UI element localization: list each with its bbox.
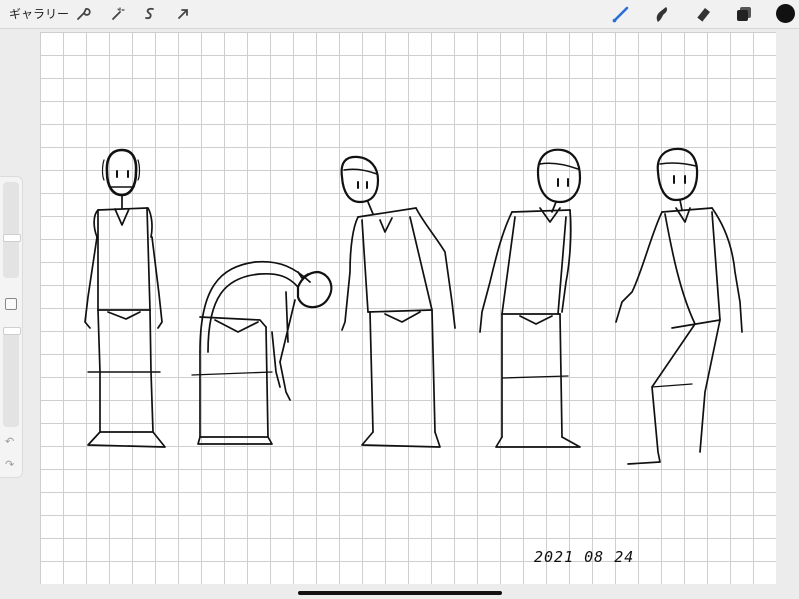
figure-leaning-forward	[340, 155, 456, 448]
layers-icon[interactable]	[733, 3, 755, 25]
date-annotation: 2021 08 24	[534, 548, 635, 566]
selection-icon[interactable]	[140, 4, 160, 24]
redo-icon[interactable]: ↷	[5, 458, 14, 471]
undo-icon[interactable]: ↶	[5, 435, 14, 448]
drawing-canvas[interactable]: 2021 08 24	[40, 32, 776, 584]
transform-arrow-icon[interactable]	[173, 4, 193, 24]
figure-standing-front	[84, 148, 166, 448]
gallery-button[interactable]: ギャラリー	[9, 5, 69, 22]
magic-wand-icon[interactable]	[107, 4, 127, 24]
smudge-icon[interactable]	[650, 3, 672, 25]
opacity-thumb[interactable]	[3, 327, 21, 335]
wrench-icon[interactable]	[72, 4, 92, 24]
home-indicator[interactable]	[298, 591, 502, 595]
brush-sidebar: ↶ ↷	[0, 176, 23, 478]
opacity-slider[interactable]	[3, 327, 21, 427]
stick-figure-sketches	[84, 147, 743, 465]
brush-icon[interactable]	[610, 3, 632, 25]
figure-walking	[615, 147, 743, 465]
top-toolbar: ギャラリー	[0, 0, 799, 29]
brush-size-thumb[interactable]	[3, 234, 21, 242]
brush-size-slider[interactable]	[3, 182, 21, 278]
figure-bending-over	[191, 260, 333, 445]
eraser-icon[interactable]	[692, 3, 714, 25]
figure-hunched	[479, 148, 582, 448]
modify-button[interactable]	[5, 298, 17, 310]
color-picker[interactable]	[776, 4, 795, 23]
